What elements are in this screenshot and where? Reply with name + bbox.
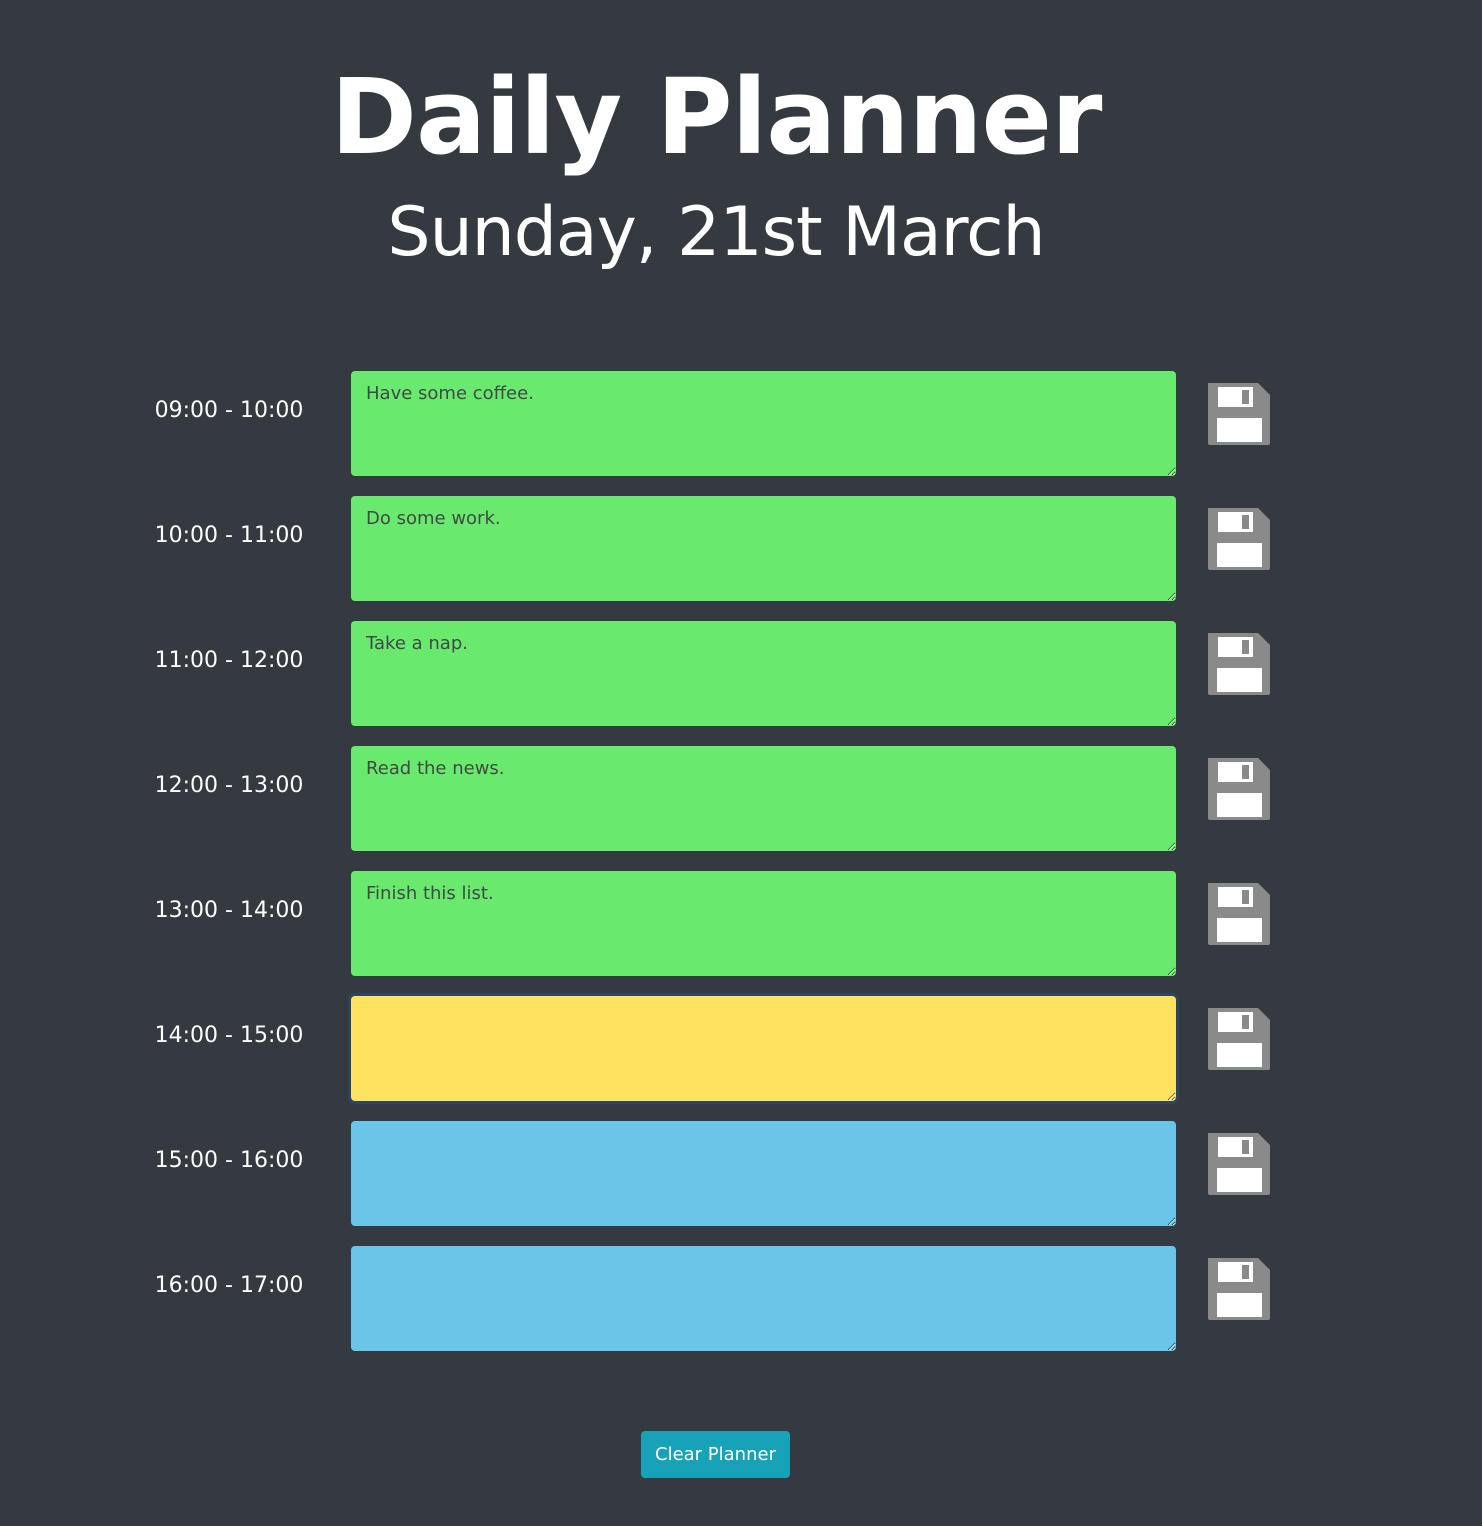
save-button[interactable] — [1206, 381, 1272, 447]
hour-label: 11:00 - 12:00 — [154, 648, 304, 673]
hour-label: 16:00 - 17:00 — [154, 1273, 304, 1298]
hour-label: 12:00 - 13:00 — [154, 773, 304, 798]
save-button[interactable] — [1206, 881, 1272, 947]
time-block: 10:00 - 11:00 Do some work. — [0, 496, 1482, 621]
floppy-disk-icon — [1208, 1133, 1270, 1195]
time-block: 12:00 - 13:00 Read the news. — [0, 746, 1482, 871]
task-input[interactable]: Have some coffee. — [351, 371, 1176, 476]
floppy-disk-icon — [1208, 508, 1270, 570]
save-button[interactable] — [1206, 756, 1272, 822]
time-block: 09:00 - 10:00 Have some coffee. — [0, 371, 1482, 496]
task-input[interactable]: Read the news. — [351, 746, 1176, 851]
task-input[interactable]: Do some work. — [351, 496, 1176, 601]
floppy-disk-icon — [1208, 633, 1270, 695]
time-block: 13:00 - 14:00 Finish this list. — [0, 871, 1482, 996]
time-block: 11:00 - 12:00 Take a nap. — [0, 621, 1482, 746]
task-input[interactable] — [351, 996, 1176, 1101]
floppy-disk-icon — [1208, 758, 1270, 820]
floppy-disk-icon — [1208, 1258, 1270, 1320]
task-input[interactable]: Finish this list. — [351, 871, 1176, 976]
current-date: Sunday, 21st March — [387, 193, 1045, 272]
hour-label: 14:00 - 15:00 — [154, 1023, 304, 1048]
task-input[interactable] — [351, 1246, 1176, 1351]
task-input[interactable]: Take a nap. — [351, 621, 1176, 726]
save-button[interactable] — [1206, 506, 1272, 572]
hour-label: 09:00 - 10:00 — [154, 398, 304, 423]
time-block: 15:00 - 16:00 — [0, 1121, 1482, 1246]
task-input[interactable] — [351, 1121, 1176, 1226]
save-button[interactable] — [1206, 1131, 1272, 1197]
clear-planner-button[interactable]: Clear Planner — [641, 1431, 790, 1478]
save-button[interactable] — [1206, 1006, 1272, 1072]
page-title: Daily Planner — [330, 56, 1103, 178]
floppy-disk-icon — [1208, 1008, 1270, 1070]
time-block: 16:00 - 17:00 — [0, 1246, 1482, 1371]
save-button[interactable] — [1206, 631, 1272, 697]
floppy-disk-icon — [1208, 883, 1270, 945]
time-block-list: 09:00 - 10:00 Have some coffee. 10:00 - … — [0, 371, 1482, 1371]
floppy-disk-icon — [1208, 383, 1270, 445]
save-button[interactable] — [1206, 1256, 1272, 1322]
time-block: 14:00 - 15:00 — [0, 996, 1482, 1121]
hour-label: 13:00 - 14:00 — [154, 898, 304, 923]
hour-label: 15:00 - 16:00 — [154, 1148, 304, 1173]
hour-label: 10:00 - 11:00 — [154, 523, 304, 548]
